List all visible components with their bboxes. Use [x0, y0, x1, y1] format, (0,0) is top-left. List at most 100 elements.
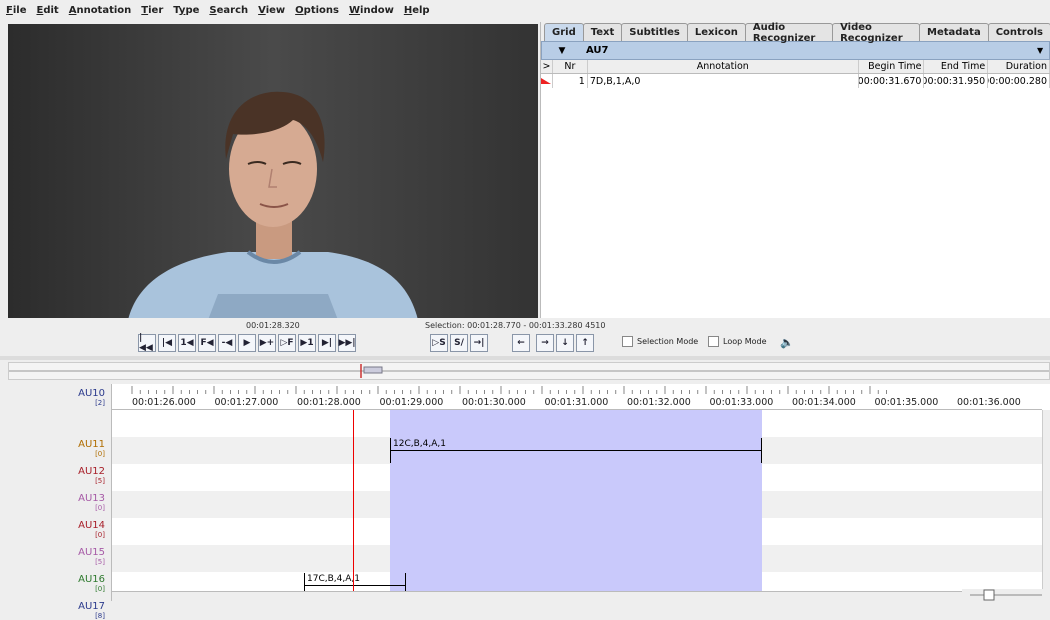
playhead-cursor[interactable]	[353, 410, 354, 601]
tier-count: [0]	[95, 450, 105, 458]
player-button-buttons3-2[interactable]: ↓	[556, 334, 574, 352]
player-button-buttons-3[interactable]: F◀	[198, 334, 216, 352]
ruler-tick-label: 00:01:34.000	[792, 397, 856, 408]
annotation-au12[interactable]: 12C,B,4,A,1	[390, 438, 762, 463]
selection-mode-box[interactable]	[622, 336, 633, 347]
ruler-tick-label: 00:01:32.000	[627, 397, 691, 408]
tier-selector-arrow-icon[interactable]: ▼	[542, 46, 582, 56]
player-button-buttons-6[interactable]: ▶+	[258, 334, 276, 352]
cell-end-time: 00:00:31.950	[924, 74, 989, 88]
ruler-tick-label: 00:01:33.000	[709, 397, 774, 408]
horizontal-scrollbar[interactable]	[112, 591, 962, 601]
player-button-buttons-10[interactable]: ▶▶|	[338, 334, 356, 352]
col-header-annotation[interactable]: Annotation	[588, 60, 859, 73]
tab-controls[interactable]: Controls	[987, 23, 1050, 41]
tab-audio-recognizer[interactable]: Audio Recognizer	[744, 22, 834, 44]
ruler-tick-label: 00:01:26.000	[132, 397, 196, 408]
menu-tier[interactable]: Tier	[141, 5, 163, 16]
tier-count: [5]	[95, 477, 105, 485]
col-header-duration[interactable]: Duration	[988, 60, 1050, 73]
ruler-tick-label: 00:01:28.000	[297, 397, 361, 408]
ruler-tick-label: 00:01:31.000	[544, 397, 609, 408]
menu-options[interactable]: Options	[295, 5, 339, 16]
player-button-buttons2-1[interactable]: S/	[450, 334, 468, 352]
time-ruler[interactable]: 00:01:26.000 00:01:27.000 00:01:28.000 00:0…	[112, 386, 1042, 410]
tier-label-au11[interactable]: AU11 [0]	[78, 439, 105, 458]
player-button-buttons-2[interactable]: 1◀	[178, 334, 196, 352]
loop-mode-label: Loop Mode	[723, 337, 767, 346]
cell-annotation: 7D,B,1,A,0	[588, 74, 859, 88]
player-button-buttons3-3[interactable]: ↑	[576, 334, 594, 352]
player-button-buttons-9[interactable]: ▶|	[318, 334, 336, 352]
timeline-viewer[interactable]: AU10 [2] AU11 [0] AU12 [5] AU13 [0] AU14 [0] AU15[…	[0, 384, 1050, 620]
tier-label-au17[interactable]: AU17 [8]	[78, 601, 105, 620]
vertical-scrollbar[interactable]	[1042, 410, 1050, 601]
tier-label-au13[interactable]: AU13 [0]	[78, 493, 105, 512]
player-button-buttons-5[interactable]: ▶	[238, 334, 256, 352]
ruler-tick-label: 00:01:35.000	[874, 397, 939, 408]
menu-window[interactable]: Window	[349, 5, 394, 16]
player-button-buttons-1[interactable]: |◀	[158, 334, 176, 352]
player-button-buttons2-0[interactable]: ▷S	[430, 334, 448, 352]
loop-mode-box[interactable]	[708, 336, 719, 347]
ruler-tick-label: 00:01:36.000	[957, 397, 1021, 408]
zoom-slider[interactable]	[962, 589, 1050, 601]
tier-count: [8]	[95, 612, 105, 620]
menu-type[interactable]: Type	[173, 5, 199, 16]
menu-help[interactable]: Help	[404, 5, 430, 16]
selection-mode-checkbox[interactable]: Selection Mode	[622, 336, 698, 347]
menu-file[interactable]: File	[6, 5, 26, 16]
overview-ticks	[9, 364, 1049, 378]
tier-label-au10[interactable]: AU10 [2]	[78, 388, 105, 407]
tier-label-au15[interactable]: AU15 [5]	[78, 547, 105, 566]
tab-video-recognizer[interactable]: Video Recognizer	[832, 22, 920, 44]
menu-edit[interactable]: Edit	[36, 5, 58, 16]
player-button-buttons-7[interactable]: ▷F	[278, 334, 296, 352]
player-button-buttons-0[interactable]: |◀◀	[138, 333, 156, 353]
tab-text[interactable]: Text	[582, 23, 623, 41]
dropdown-arrow-icon[interactable]: ▼	[1037, 46, 1049, 55]
cell-begin-time: 00:00:31.670	[859, 74, 925, 88]
grid-header: > Nr Annotation Begin Time End Time Dura…	[541, 60, 1050, 74]
ruler-tick-label: 00:01:29.000	[379, 397, 444, 408]
col-header-nr[interactable]: Nr	[553, 60, 588, 73]
table-row[interactable]: 1 7D,B,1,A,0 00:00:31.670 00:00:31.950 0…	[541, 74, 1050, 88]
viewer-panel: Grid Text Subtitles Lexicon Audio Recognizer…	[540, 22, 1050, 318]
menu-view[interactable]: View	[258, 5, 285, 16]
tab-metadata[interactable]: Metadata	[919, 23, 989, 41]
tier-count: [0]	[95, 504, 105, 512]
player-button-buttons-4[interactable]: -◀	[218, 334, 236, 352]
col-header-end-time[interactable]: End Time	[924, 60, 989, 73]
tier-tracks[interactable]: 00:01:26.000 00:01:27.000 00:01:28.000 00:0…	[112, 384, 1042, 601]
tier-label-au12[interactable]: AU12 [5]	[78, 466, 105, 485]
video-frame-person	[8, 24, 538, 320]
col-header-begin-time[interactable]: Begin Time	[859, 60, 925, 73]
ruler-tick-label: 00:01:30.000	[462, 397, 526, 408]
player-button-buttons-8[interactable]: ▶1	[298, 334, 316, 352]
player-button-buttons3-1[interactable]: →	[536, 334, 554, 352]
tier-name: AU15	[78, 547, 105, 558]
tier-label-au14[interactable]: AU14 [0]	[78, 520, 105, 539]
menu-search[interactable]: Search	[209, 5, 248, 16]
tab-grid[interactable]: Grid	[544, 23, 584, 41]
col-header-marker[interactable]: >	[541, 60, 553, 73]
tab-bar: Grid Text Subtitles Lexicon Audio Recognizer…	[541, 22, 1050, 44]
cell-duration: 00:00:00.280	[988, 74, 1050, 88]
menu-annotation[interactable]: Annotation	[69, 5, 132, 16]
player-button-buttons3-0[interactable]: ←	[512, 334, 530, 352]
tier-name: AU17	[78, 601, 105, 612]
tier-count: [0]	[95, 531, 105, 539]
loop-mode-checkbox[interactable]: Loop Mode	[708, 336, 767, 347]
tier-labels: AU10 [2] AU11 [0] AU12 [5] AU13 [0] AU14 [0] AU15[…	[0, 384, 112, 620]
timeline-overview[interactable]	[8, 362, 1050, 380]
tier-label-au16[interactable]: AU16 [0]	[78, 574, 105, 593]
tab-lexicon[interactable]: Lexicon	[686, 23, 746, 41]
tab-subtitles[interactable]: Subtitles	[621, 23, 688, 41]
tier-name: AU16	[78, 574, 105, 585]
speaker-icon[interactable]: 🔈	[780, 336, 794, 349]
splitter[interactable]	[0, 356, 1050, 360]
player-button-buttons2-2[interactable]: →|	[470, 334, 488, 352]
tier-selector[interactable]: ▼ AU7 ▼	[541, 41, 1050, 60]
selection-info: Selection: 00:01:28.770 - 00:01:33.280 4…	[425, 321, 606, 330]
video-viewer[interactable]	[8, 24, 538, 320]
